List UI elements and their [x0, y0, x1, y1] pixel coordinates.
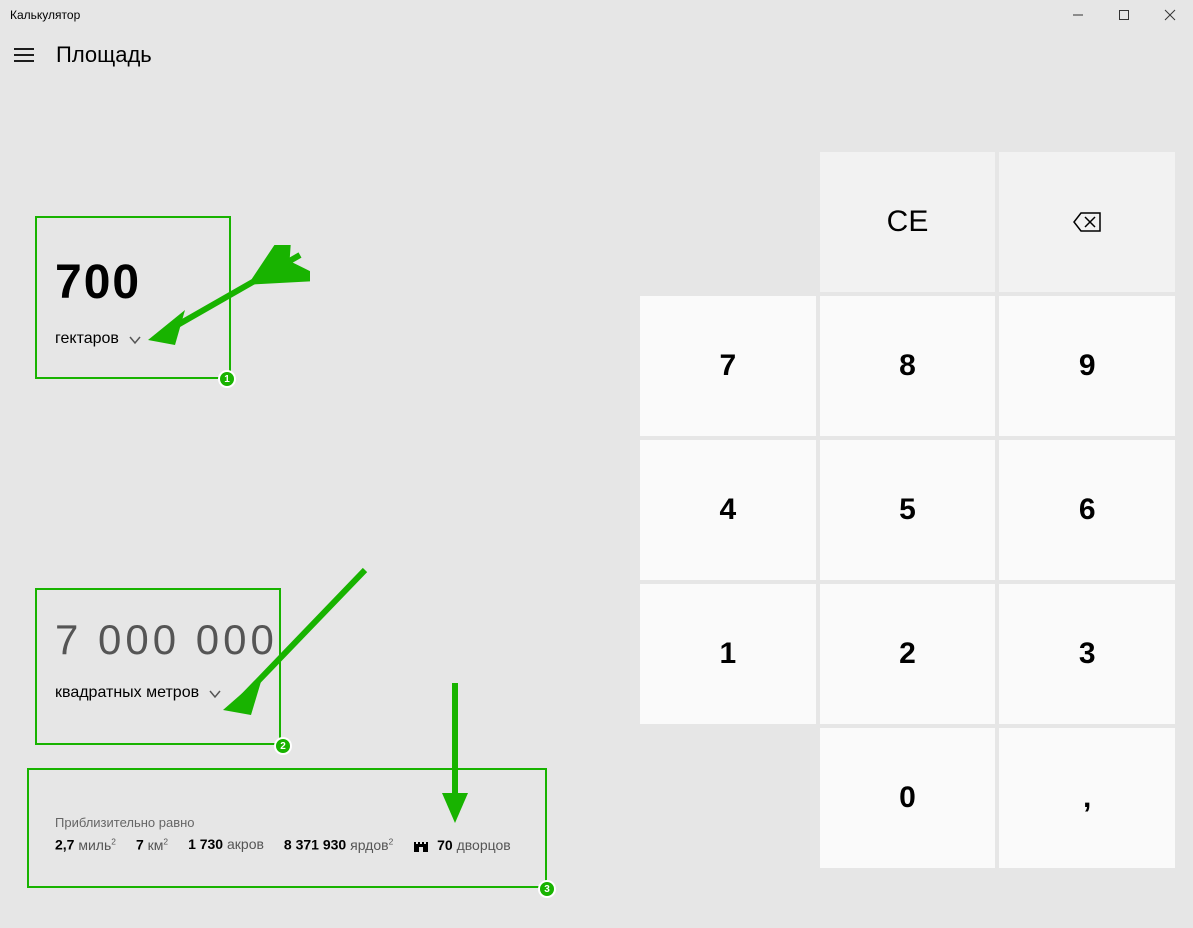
- header: Площадь: [0, 30, 1193, 80]
- mode-title: Площадь: [56, 42, 152, 68]
- key-3[interactable]: 3: [999, 584, 1175, 724]
- annotation-badge-2: 2: [274, 737, 292, 755]
- approx-label: Приблизительно равно: [55, 815, 545, 830]
- castle-icon: [413, 836, 429, 852]
- window-title: Калькулятор: [10, 8, 80, 22]
- key-9[interactable]: 9: [999, 296, 1175, 436]
- keypad: CE 7 8 9 4 5 6 1 2 3 0 ,: [640, 152, 1175, 872]
- key-4[interactable]: 4: [640, 440, 816, 580]
- hamburger-menu-icon[interactable]: [10, 41, 38, 69]
- annotation-badge-3: 3: [538, 880, 556, 898]
- backspace-icon: [1073, 212, 1101, 232]
- key-comma[interactable]: ,: [999, 728, 1175, 868]
- maximize-button[interactable]: [1101, 0, 1147, 30]
- annotation-badge-1: 1: [218, 370, 236, 388]
- approx-row: 2,7 миль2 7 км2 1 730 акров 8 371 930 яр…: [55, 836, 545, 853]
- output-unit-dropdown[interactable]: квадратных метров: [55, 684, 221, 702]
- approx-yards-value: 8 371 930: [284, 837, 346, 853]
- key-1[interactable]: 1: [640, 584, 816, 724]
- backspace-key[interactable]: [999, 152, 1175, 292]
- input-unit-dropdown[interactable]: гектаров: [55, 330, 141, 348]
- title-bar: Калькулятор: [0, 0, 1193, 30]
- keypad-spacer: [640, 152, 816, 292]
- approx-castles-unit: дворцов: [457, 837, 511, 853]
- clear-entry-key[interactable]: CE: [820, 152, 996, 292]
- minimize-button[interactable]: [1055, 0, 1101, 30]
- input-value[interactable]: 700: [55, 255, 141, 310]
- approx-miles-value: 2,7: [55, 837, 74, 853]
- key-6[interactable]: 6: [999, 440, 1175, 580]
- key-8[interactable]: 8: [820, 296, 996, 436]
- key-7[interactable]: 7: [640, 296, 816, 436]
- key-0[interactable]: 0: [820, 728, 996, 868]
- keypad-spacer: [640, 728, 816, 868]
- window-controls: [1055, 0, 1193, 30]
- approx-acres-unit: акров: [227, 836, 264, 852]
- input-unit-label: гектаров: [55, 330, 119, 348]
- approx-km-unit: км: [148, 837, 164, 853]
- approx-miles-unit: миль: [78, 837, 111, 853]
- output-value[interactable]: 7 000 000: [55, 616, 278, 664]
- output-unit-label: квадратных метров: [55, 684, 199, 702]
- approx-acres-value: 1 730: [188, 836, 223, 852]
- close-button[interactable]: [1147, 0, 1193, 30]
- key-2[interactable]: 2: [820, 584, 996, 724]
- approx-castles-value: 70: [437, 837, 453, 853]
- chevron-down-icon: [209, 687, 221, 699]
- approx-km-value: 7: [136, 837, 144, 853]
- chevron-down-icon: [129, 333, 141, 345]
- approx-yards-unit: ярдов: [350, 837, 388, 853]
- key-5[interactable]: 5: [820, 440, 996, 580]
